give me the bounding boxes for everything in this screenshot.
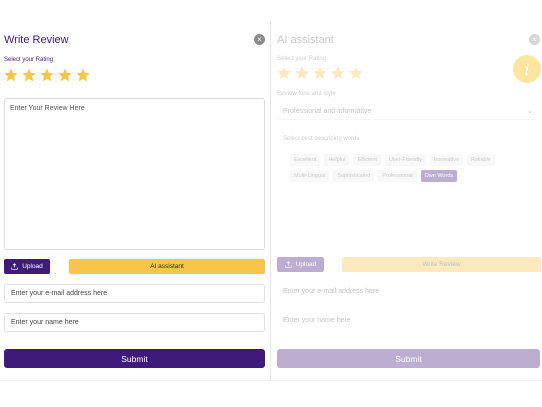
email-placeholder: Enter your e-mail address here [11, 290, 108, 297]
word-chip[interactable]: Innovative [429, 154, 464, 166]
star-icon[interactable] [276, 65, 292, 81]
star-icon[interactable] [348, 65, 364, 81]
name-field[interactable]: Enter your name here [277, 312, 539, 329]
ai-assistant-panel: AI assistant × Select your Rating Review… [271, 0, 542, 380]
close-icon[interactable]: × [529, 34, 540, 45]
star-icon[interactable] [39, 67, 55, 83]
submit-label: Submit [121, 353, 148, 364]
star-icon[interactable] [75, 67, 91, 83]
ai-assistant-title: AI assistant [277, 34, 334, 46]
star-icon[interactable] [21, 67, 37, 83]
tone-value: Professional and informative [283, 107, 372, 115]
write-review-title: Write Review [4, 34, 69, 46]
word-chip[interactable]: User-Friendly [384, 154, 426, 166]
write-review-panel: Write Review × Select your Rating Enter … [0, 0, 270, 380]
rating-stars[interactable] [3, 67, 91, 83]
name-field[interactable]: Enter your name here [4, 313, 265, 332]
name-placeholder: Enter your name here [283, 317, 351, 324]
upload-label: Upload [295, 261, 317, 268]
name-placeholder: Enter your name here [11, 319, 79, 326]
upload-label: Upload [22, 263, 43, 270]
email-field[interactable]: Enter your e-mail address here [4, 284, 265, 303]
upload-button[interactable]: Upload [277, 257, 324, 272]
submit-button[interactable]: Submit [277, 349, 540, 368]
email-field[interactable]: Enter your e-mail address here [277, 283, 539, 300]
rating-label: Select your Rating [4, 57, 54, 63]
word-chip[interactable]: Efficient [353, 154, 381, 166]
ai-assistant-label: AI assistant [150, 263, 184, 270]
word-chip[interactable]: Helpful [324, 154, 350, 166]
rating-stars[interactable] [276, 65, 364, 81]
ai-assistant-content: AI assistant × Select your Rating Review… [271, 0, 542, 380]
star-icon[interactable] [330, 65, 346, 81]
close-icon[interactable]: × [254, 34, 265, 45]
write-review-button[interactable]: Write Review [342, 257, 541, 272]
rating-label: Select your Rating [277, 56, 327, 62]
email-placeholder: Enter your e-mail address here [283, 288, 380, 295]
word-chip[interactable]: Professional [378, 170, 417, 182]
submit-button[interactable]: Submit [4, 349, 265, 368]
word-chip[interactable]: Multi-Lingual [290, 170, 330, 182]
submit-label: Submit [395, 353, 422, 364]
chevron-down-icon: ⌄ [527, 108, 533, 115]
word-chip[interactable]: Excellent [290, 154, 321, 166]
info-icon[interactable]: i [513, 55, 541, 83]
tone-label: Review tone and style [277, 91, 336, 97]
write-review-label: Write Review [422, 261, 461, 268]
star-icon[interactable] [312, 65, 328, 81]
bottom-divider [0, 380, 542, 381]
word-chip[interactable]: Sophisticated [333, 170, 375, 182]
tone-select[interactable]: Professional and informative ⌄ [277, 103, 539, 120]
word-chip[interactable]: Own Words [420, 170, 458, 182]
star-icon[interactable] [294, 65, 310, 81]
upload-icon [285, 261, 292, 268]
review-placeholder: Enter Your Review Here [10, 105, 85, 112]
word-chip[interactable]: Reliable [467, 154, 495, 166]
words-label: Select best describing words [283, 136, 360, 142]
word-chips: Excellent Helpful Efficient User-Friendly In… [290, 154, 530, 182]
upload-icon [11, 263, 18, 270]
star-icon[interactable] [57, 67, 73, 83]
ai-assistant-button[interactable]: AI assistant [69, 259, 265, 274]
review-textarea[interactable]: Enter Your Review Here [4, 98, 265, 250]
upload-button[interactable]: Upload [4, 259, 50, 274]
star-icon[interactable] [3, 67, 19, 83]
